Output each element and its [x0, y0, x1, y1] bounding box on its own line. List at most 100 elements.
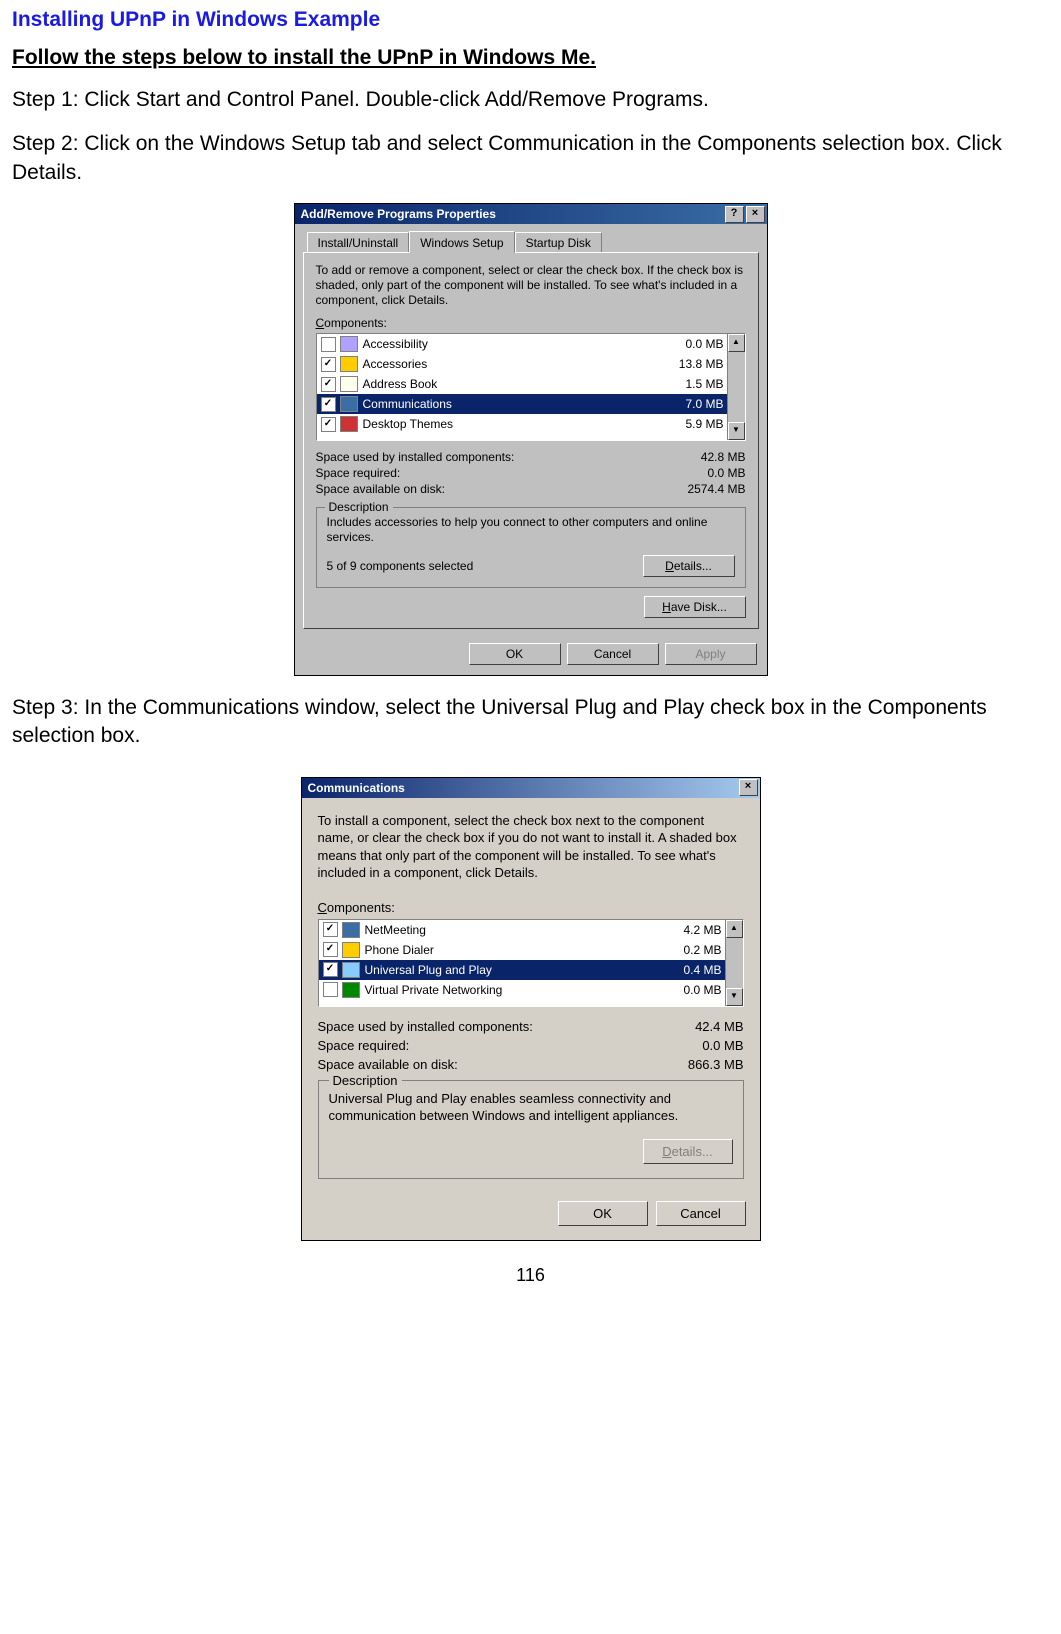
phone-dialer-icon — [342, 942, 360, 958]
stat-value: 2574.4 MB — [626, 482, 746, 496]
desktop-themes-icon — [340, 416, 358, 432]
stat-value: 42.4 MB — [695, 1019, 743, 1034]
cancel-button[interactable]: Cancel — [656, 1201, 746, 1226]
space-stats: Space used by installed components: 42.8 … — [316, 449, 746, 497]
tab-panel: To add or remove a component, select or … — [303, 252, 759, 629]
details-button[interactable]: Details... — [643, 1139, 733, 1164]
stat-label: Space used by installed components: — [318, 1019, 533, 1034]
item-size: 0.0 MB — [652, 983, 722, 997]
stat-value: 0.0 MB — [702, 1038, 743, 1053]
upnp-icon — [342, 962, 360, 978]
communications-icon — [340, 396, 358, 412]
vpn-icon — [342, 982, 360, 998]
titlebar[interactable]: Add/Remove Programs Properties ? × — [295, 204, 767, 224]
step-2: Step 2: Click on the Windows Setup tab a… — [12, 130, 1049, 187]
description-text: Universal Plug and Play enables seamless… — [329, 1091, 733, 1125]
space-stats: Space used by installed components: 42.4 … — [318, 1017, 744, 1074]
components-list[interactable]: Accessibility 0.0 MB Accessories 13.8 MB — [316, 333, 746, 441]
help-button[interactable]: ? — [725, 206, 744, 223]
checkbox[interactable] — [321, 337, 336, 352]
have-disk-button[interactable]: Have Disk... — [644, 596, 746, 618]
checkbox[interactable] — [321, 397, 336, 412]
add-remove-dialog: Add/Remove Programs Properties ? × Insta… — [294, 203, 768, 676]
checkbox[interactable] — [323, 982, 338, 997]
item-size: 4.2 MB — [652, 923, 722, 937]
scrollbar[interactable]: ▲ ▼ — [725, 920, 743, 1006]
stat-label: Space available on disk: — [316, 482, 445, 496]
instructions: To add or remove a component, select or … — [316, 263, 746, 308]
scroll-down-button[interactable]: ▼ — [726, 988, 743, 1006]
checkbox[interactable] — [323, 922, 338, 937]
item-size: 0.2 MB — [652, 943, 722, 957]
stat-label: Space required: — [318, 1038, 410, 1053]
checkbox[interactable] — [321, 377, 336, 392]
list-item[interactable]: NetMeeting 4.2 MB — [319, 920, 726, 940]
item-name: Phone Dialer — [365, 943, 652, 957]
item-name: Accessories — [363, 357, 654, 371]
tab-startup-disk[interactable]: Startup Disk — [515, 232, 602, 252]
stat-value: 0.0 MB — [626, 466, 746, 480]
doc-title: Installing UPnP in Windows Example — [12, 8, 1049, 32]
checkbox[interactable] — [323, 942, 338, 957]
scroll-up-button[interactable]: ▲ — [728, 334, 745, 352]
stat-label: Space required: — [316, 466, 401, 480]
communications-dialog: Communications × To install a component,… — [301, 777, 761, 1241]
instructions: To install a component, select the check… — [318, 812, 744, 882]
item-size: 7.0 MB — [654, 397, 724, 411]
description-title: Description — [329, 1073, 402, 1088]
item-name: Address Book — [363, 377, 654, 391]
item-name: Communications — [363, 397, 654, 411]
details-button[interactable]: Details... — [643, 555, 735, 577]
item-size: 13.8 MB — [654, 357, 724, 371]
dialog-title: Add/Remove Programs Properties — [297, 207, 496, 221]
step-3: Step 3: In the Communications window, se… — [12, 694, 1049, 751]
netmeeting-icon — [342, 922, 360, 938]
item-name: Virtual Private Networking — [365, 983, 652, 997]
ok-button[interactable]: OK — [469, 643, 561, 665]
scroll-down-button[interactable]: ▼ — [728, 422, 745, 440]
item-size: 1.5 MB — [654, 377, 724, 391]
checkbox[interactable] — [321, 357, 336, 372]
item-size: 0.4 MB — [652, 963, 722, 977]
list-item[interactable]: Address Book 1.5 MB — [317, 374, 728, 394]
item-name: Universal Plug and Play — [365, 963, 652, 977]
titlebar[interactable]: Communications × — [302, 778, 760, 798]
list-item[interactable]: Virtual Private Networking 0.0 MB — [319, 980, 726, 1000]
close-button[interactable]: × — [746, 206, 765, 223]
list-item[interactable]: Accessibility 0.0 MB — [317, 334, 728, 354]
scrollbar[interactable]: ▲ ▼ — [727, 334, 745, 440]
list-item[interactable]: Communications 7.0 MB — [317, 394, 728, 414]
description-title: Description — [325, 500, 393, 514]
stat-value: 42.8 MB — [626, 450, 746, 464]
accessibility-icon — [340, 336, 358, 352]
item-size: 5.9 MB — [654, 417, 724, 431]
item-name: Accessibility — [363, 337, 654, 351]
description-group: Description Universal Plug and Play enab… — [318, 1080, 744, 1179]
components-label: Components: — [318, 900, 744, 915]
list-item[interactable]: Universal Plug and Play 0.4 MB — [319, 960, 726, 980]
list-item[interactable]: Phone Dialer 0.2 MB — [319, 940, 726, 960]
scroll-up-button[interactable]: ▲ — [726, 920, 743, 938]
tab-strip: Install/Uninstall Windows Setup Startup … — [307, 230, 759, 252]
tab-windows-setup[interactable]: Windows Setup — [409, 231, 514, 253]
address-book-icon — [340, 376, 358, 392]
stat-label: Space available on disk: — [318, 1057, 458, 1072]
checkbox[interactable] — [321, 417, 336, 432]
components-label: Components: — [316, 316, 746, 330]
components-list[interactable]: NetMeeting 4.2 MB Phone Dialer 0.2 MB — [318, 919, 744, 1007]
ok-button[interactable]: OK — [558, 1201, 648, 1226]
stat-label: Space used by installed components: — [316, 450, 515, 464]
checkbox[interactable] — [323, 962, 338, 977]
close-button[interactable]: × — [739, 779, 758, 796]
step-1: Step 1: Click Start and Control Panel. D… — [12, 86, 1049, 114]
tab-install-uninstall[interactable]: Install/Uninstall — [307, 232, 410, 252]
description-text: Includes accessories to help you connect… — [327, 515, 735, 545]
apply-button[interactable]: Apply — [665, 643, 757, 665]
list-item[interactable]: Accessories 13.8 MB — [317, 354, 728, 374]
list-item[interactable]: Desktop Themes 5.9 MB — [317, 414, 728, 434]
selection-info: 5 of 9 components selected — [327, 559, 474, 573]
item-name: Desktop Themes — [363, 417, 654, 431]
dialog-title: Communications — [304, 781, 405, 795]
item-name: NetMeeting — [365, 923, 652, 937]
cancel-button[interactable]: Cancel — [567, 643, 659, 665]
